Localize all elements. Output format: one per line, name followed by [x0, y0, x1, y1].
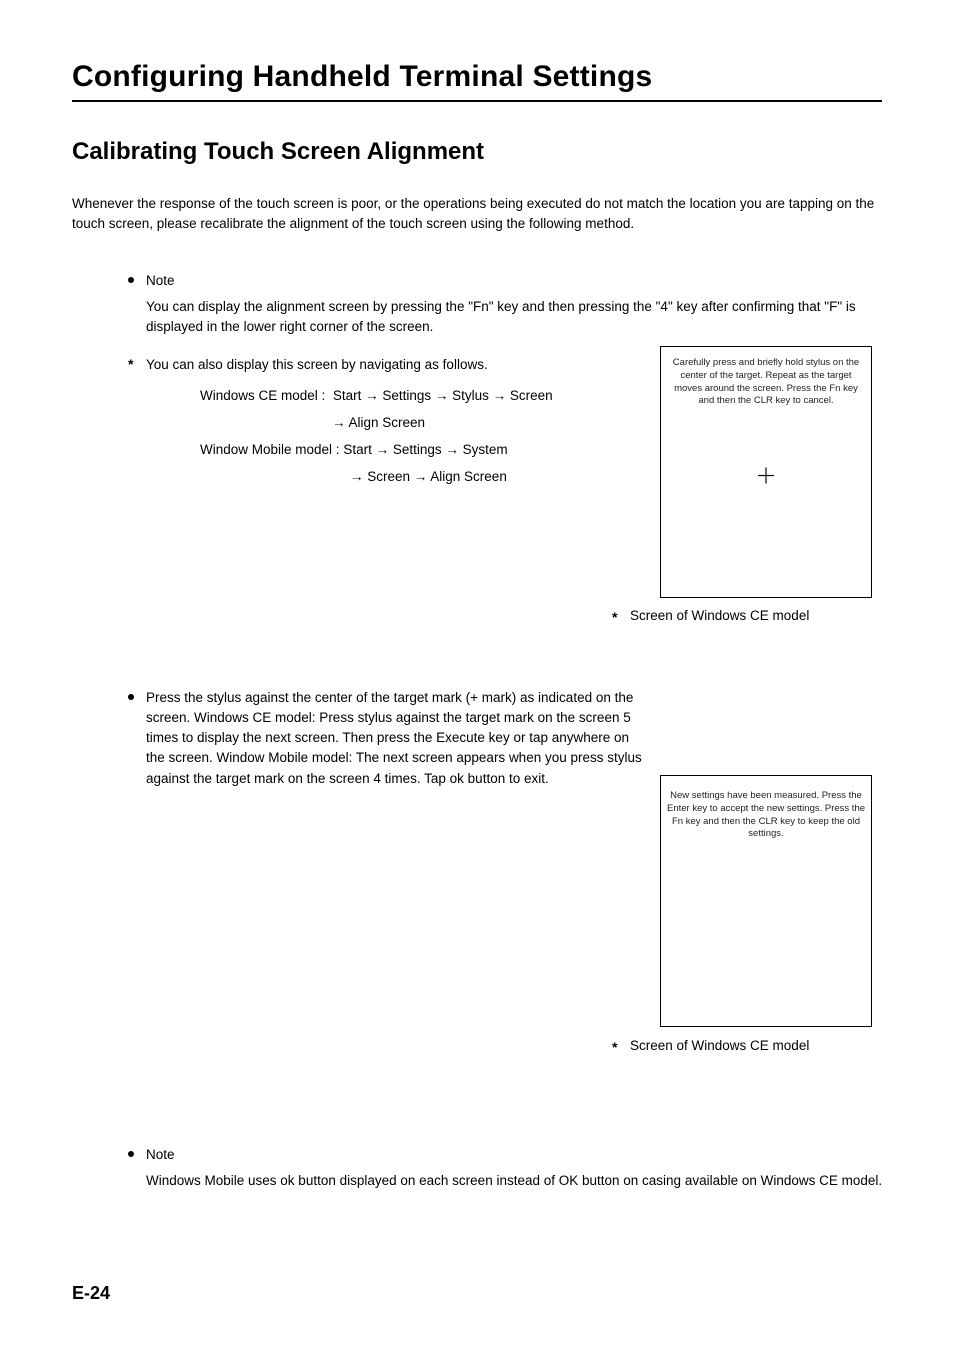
calibration-screen-1: Carefully press and briefly hold stylus …: [660, 346, 872, 598]
note-label: Note: [146, 273, 175, 288]
calib-text: Press the stylus against the center of t…: [146, 688, 646, 789]
bullet-icon: [128, 277, 134, 283]
page-number: E-24: [72, 1283, 110, 1304]
bullet-icon: [128, 1151, 134, 1157]
target-cross-icon: [758, 468, 774, 484]
bullet-icon: [128, 694, 134, 700]
note2-text: Windows Mobile uses ok button displayed …: [146, 1171, 886, 1191]
calibration-screen-2: New settings have been measured. Press t…: [660, 775, 872, 1027]
subsection-title: Calibrating Touch Screen Alignment: [72, 138, 882, 166]
caption2-text: Screen of Windows CE model: [630, 1038, 809, 1053]
note1-star-text: You can also display this screen by navi…: [146, 355, 488, 375]
note1-text: You can display the alignment screen by …: [146, 297, 882, 338]
screen1-text: Carefully press and briefly hold stylus …: [661, 357, 871, 408]
screen2-text: New settings have been measured. Press t…: [661, 786, 871, 841]
section-title: Configuring Handheld Terminal Settings: [72, 60, 882, 102]
note-label: Note: [146, 1147, 175, 1162]
asterisk-icon: *: [612, 608, 622, 628]
asterisk-icon: *: [612, 1038, 622, 1058]
caption1-text: Screen of Windows CE model: [630, 608, 809, 623]
intro-paragraph: Whenever the response of the touch scree…: [72, 194, 882, 235]
asterisk-icon: *: [128, 355, 138, 375]
